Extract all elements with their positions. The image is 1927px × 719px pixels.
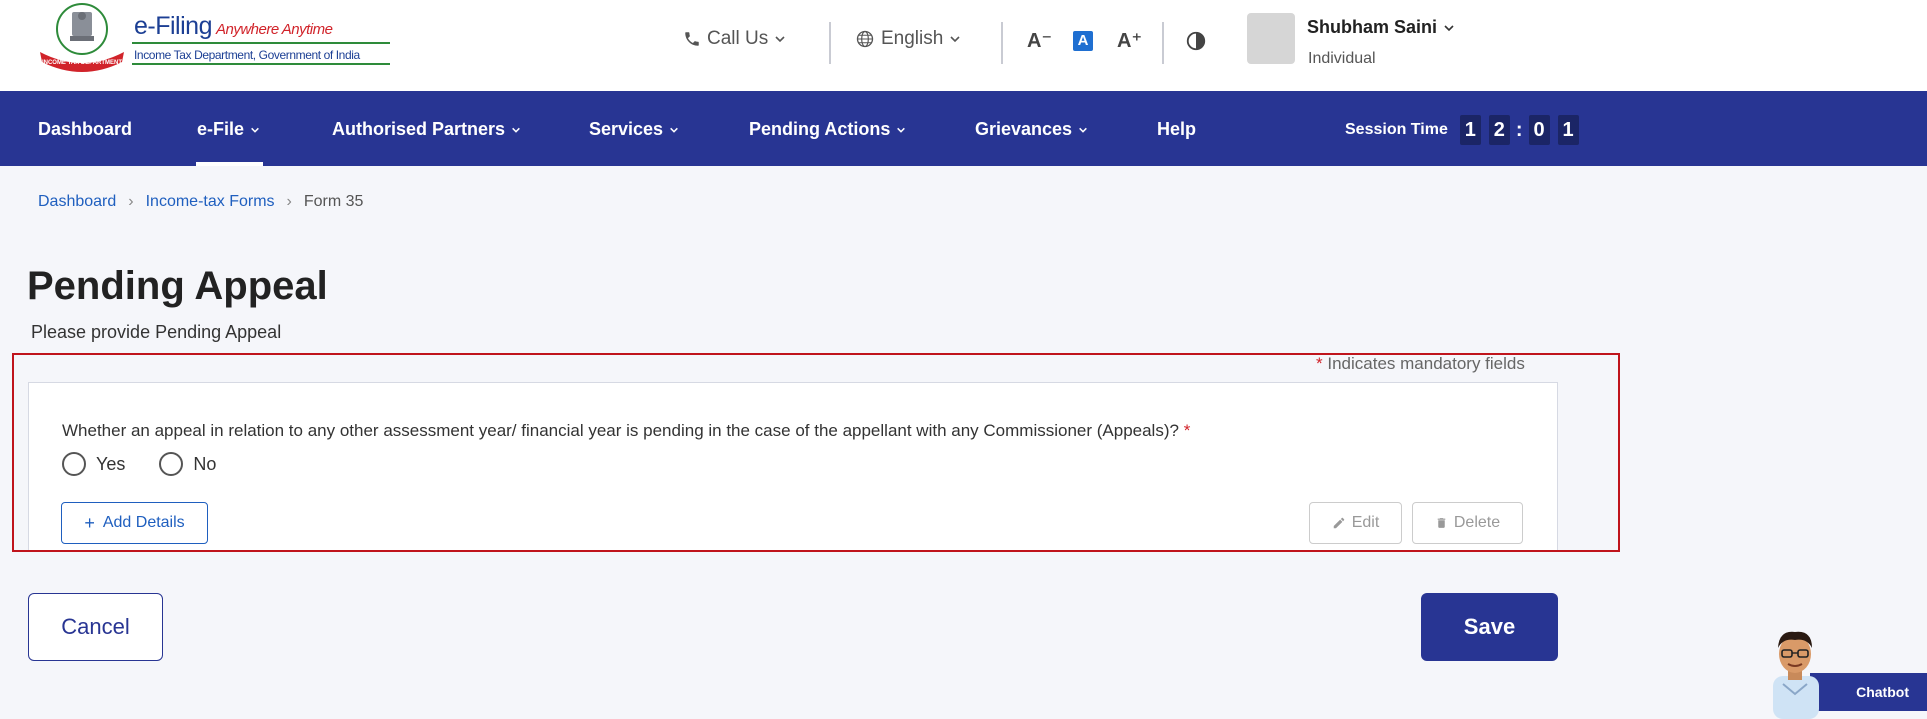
- chevron-down-icon: [950, 36, 960, 43]
- breadcrumb-separator: ›: [286, 193, 292, 210]
- save-button[interactable]: Save: [1421, 593, 1558, 661]
- delete-button[interactable]: Delete: [1412, 502, 1523, 544]
- chevron-down-icon: [775, 36, 785, 43]
- brand-underline: [132, 63, 390, 65]
- session-timer: Session Time 1 2 : 0 1: [1345, 115, 1579, 145]
- language-label: English: [881, 28, 944, 49]
- user-menu[interactable]: Shubham Saini: [1307, 17, 1455, 38]
- language-menu[interactable]: English: [855, 28, 961, 50]
- appeal-question-text: Whether an appeal in relation to any oth…: [62, 421, 1179, 440]
- breadcrumb-current: Form 35: [303, 193, 364, 210]
- session-digit: 1: [1557, 115, 1579, 145]
- emblem-icon: INCOME TAX DEPARTMENT: [40, 3, 124, 72]
- nav-active-indicator: [196, 162, 263, 166]
- edit-label: Edit: [1351, 514, 1380, 531]
- svg-text:INCOME TAX DEPARTMENT: INCOME TAX DEPARTMENT: [42, 60, 122, 66]
- add-details-button[interactable]: + Add Details: [61, 502, 208, 544]
- brand-tagline: Anywhere Anytime: [215, 21, 333, 38]
- contrast-toggle-icon[interactable]: [1185, 30, 1207, 52]
- trash-icon: [1437, 518, 1446, 528]
- header-divider: [1001, 22, 1003, 64]
- edit-button[interactable]: Edit: [1309, 502, 1402, 544]
- avatar[interactable]: [1247, 13, 1295, 64]
- pencil-icon: [1333, 517, 1344, 529]
- page-title: Pending Appeal: [27, 264, 328, 308]
- font-decrease-button[interactable]: A⁻: [1027, 28, 1052, 53]
- nav-pending-actions[interactable]: Pending Actions: [749, 119, 906, 140]
- appeal-question: Whether an appeal in relation to any oth…: [62, 421, 1190, 441]
- session-digit: 1: [1459, 115, 1481, 145]
- chevron-down-icon: [670, 127, 678, 133]
- font-default-button[interactable]: A: [1073, 31, 1093, 51]
- mandatory-note: * Indicates mandatory fields: [1316, 354, 1525, 374]
- chevron-down-icon: [897, 127, 906, 133]
- pending-appeal-card: Whether an appeal in relation to any oth…: [28, 382, 1558, 550]
- efiling-logo[interactable]: INCOME TAX DEPARTMENT e-Filing Anywhere A…: [36, 2, 390, 72]
- page-subtitle: Please provide Pending Appeal: [31, 322, 282, 342]
- plus-icon: +: [84, 512, 95, 533]
- mandatory-note-text: Indicates mandatory fields: [1327, 354, 1525, 373]
- session-colon: :: [1515, 118, 1523, 141]
- nav-dashboard[interactable]: Dashboard: [38, 119, 132, 140]
- chevron-down-icon: [512, 127, 520, 133]
- user-name: Shubham Saini: [1307, 17, 1438, 37]
- user-role: Individual: [1308, 50, 1376, 67]
- chatbot-launcher[interactable]: Chatbot: [1755, 620, 1927, 719]
- brand-name: e-Filing: [134, 12, 212, 40]
- radio-no[interactable]: [159, 452, 184, 476]
- breadcrumb-separator: ›: [128, 193, 134, 210]
- nav-authorised-partners[interactable]: Authorised Partners: [332, 119, 521, 140]
- chatbot-label: Chatbot: [1810, 673, 1927, 711]
- brand-subtitle: Income Tax Department, Government of Ind…: [134, 48, 360, 62]
- nav-services[interactable]: Services: [589, 119, 679, 140]
- cancel-button[interactable]: Cancel: [28, 593, 163, 661]
- chevron-down-icon: [251, 127, 259, 133]
- session-digit: 0: [1528, 115, 1550, 145]
- top-header: INCOME TAX DEPARTMENT e-Filing Anywhere A…: [0, 0, 1927, 91]
- required-marker: *: [1183, 421, 1191, 440]
- appeal-radio-group: Yes No: [62, 452, 240, 476]
- call-us-label: Call Us: [707, 28, 769, 49]
- brand-divider: [132, 42, 390, 44]
- chevron-down-icon: [1079, 127, 1087, 133]
- required-marker: *: [1316, 354, 1323, 373]
- breadcrumb-income-tax-forms[interactable]: Income-tax Forms: [146, 193, 275, 211]
- nav-help[interactable]: Help: [1157, 119, 1196, 140]
- radio-yes[interactable]: [62, 452, 86, 476]
- call-us-menu[interactable]: Call Us: [683, 28, 786, 50]
- radio-no-label[interactable]: No: [193, 454, 216, 475]
- session-digit: 2: [1488, 115, 1510, 145]
- header-divider: [1162, 22, 1164, 64]
- chevron-down-icon: [1444, 24, 1454, 31]
- delete-label: Delete: [1453, 514, 1501, 531]
- globe-icon: [856, 30, 874, 48]
- radio-yes-label[interactable]: Yes: [96, 454, 125, 475]
- nav-efile[interactable]: e-File: [197, 119, 260, 140]
- phone-icon: [685, 32, 699, 46]
- add-details-label: Add Details: [102, 514, 185, 531]
- main-nav: Dashboard e-File Authorised Partners Ser…: [0, 91, 1927, 166]
- font-increase-button[interactable]: A⁺: [1117, 28, 1142, 53]
- chatbot-avatar-icon: [1773, 631, 1819, 719]
- session-label: Session Time: [1345, 121, 1448, 138]
- header-divider: [829, 22, 831, 64]
- breadcrumb: Dashboard › Income-tax Forms › Form 35: [38, 193, 363, 211]
- nav-grievances[interactable]: Grievances: [975, 119, 1088, 140]
- breadcrumb-dashboard[interactable]: Dashboard: [38, 193, 116, 211]
